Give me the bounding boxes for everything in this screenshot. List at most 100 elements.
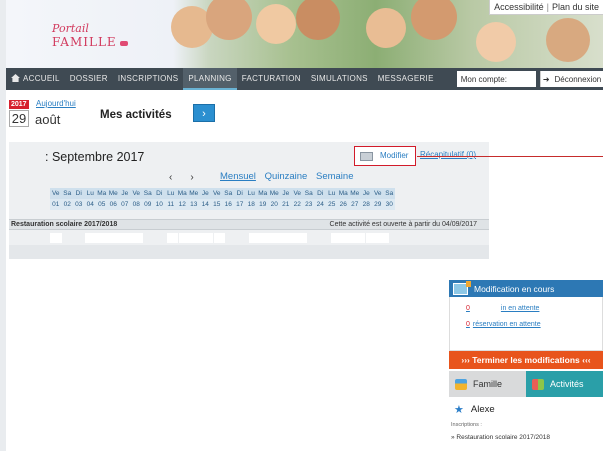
month-title: : Septembre 2017	[45, 150, 145, 164]
view-mensuel[interactable]: Mensuel	[220, 171, 256, 182]
activity-row: Restauration scolaire 2017/2018 Cette ac…	[9, 219, 489, 230]
header-banner: Portail FAMILLE Accessibilité | Plan du si…	[6, 0, 603, 68]
weekday-cell: Je	[360, 188, 372, 199]
tab-activites-label: Activités	[550, 379, 584, 389]
portail-famille-logo[interactable]: Portail FAMILLE	[52, 22, 128, 49]
day-cell: 03	[73, 199, 85, 210]
reservation-cell[interactable]	[50, 233, 62, 243]
inscriptions-label: Inscriptions :	[451, 422, 482, 428]
logout-button[interactable]: ➜ Déconnexion	[540, 71, 603, 87]
accessibility-link[interactable]: Accessibilité	[494, 2, 544, 12]
reservation-cell[interactable]	[295, 233, 307, 243]
weekday-cell: Lu	[165, 188, 177, 199]
inscription-item[interactable]: » Restauration scolaire 2017/2018	[451, 434, 550, 441]
day-number-row: 01 02 03 04 05 06 07 08 09 10 11 12 13 14 15 16 17 18 19 20…	[50, 199, 395, 210]
nav-item-messagerie[interactable]: Messagerie	[373, 68, 439, 90]
top-links: Accessibilité | Plan du site	[489, 0, 603, 15]
recap-link[interactable]: Récapitulatif (0)	[420, 150, 476, 159]
day-cell: 29	[372, 199, 384, 210]
banner-photo-face	[546, 18, 590, 62]
reservation-cell[interactable]	[377, 233, 389, 243]
reservation-cell[interactable]	[85, 233, 97, 243]
reservation-cell[interactable]	[318, 233, 331, 243]
reservation-cell[interactable]	[155, 233, 167, 243]
nav-item-planning[interactable]: Planning	[183, 68, 237, 90]
weekday-cell: Ve	[211, 188, 223, 199]
reservation-cell[interactable]	[213, 233, 226, 243]
next-activity-button[interactable]: ›	[193, 104, 215, 122]
reservation-cell[interactable]	[73, 233, 85, 243]
modification-title: Modification en cours	[474, 283, 555, 294]
weekday-cell: Me	[188, 188, 200, 199]
finish-modifications-button[interactable]: ››› Terminer les modifications ‹‹‹	[449, 351, 603, 369]
day-cell: 25	[326, 199, 338, 210]
reservation-cell[interactable]	[283, 233, 296, 243]
day-cell: 13	[188, 199, 200, 210]
reservation-cell[interactable]	[248, 233, 261, 243]
modifier-button[interactable]: Modifier	[354, 146, 416, 166]
next-arrow-icon[interactable]: ›	[190, 172, 193, 183]
reservation-cell[interactable]	[237, 233, 249, 243]
weekday-cell: Ma	[257, 188, 269, 199]
logout-label: Déconnexion	[554, 74, 602, 84]
nav-item-inscriptions[interactable]: Inscriptions	[113, 68, 184, 90]
tab-famille[interactable]: Famille	[449, 371, 526, 397]
today-link[interactable]: Aujourd'hui	[36, 99, 76, 108]
reservation-cell[interactable]	[166, 233, 179, 243]
reservation-cell[interactable]	[388, 233, 401, 243]
reservation-cell[interactable]	[260, 233, 272, 243]
pending-line-2[interactable]: 0 réservation en attente	[466, 321, 541, 328]
logo-line2: FAMILLE	[52, 35, 117, 49]
reservation-cell[interactable]	[190, 233, 202, 243]
pending-line-1[interactable]: 0 in en attente	[466, 304, 539, 312]
view-semaine[interactable]: Semaine	[316, 171, 354, 182]
reservation-cell[interactable]	[143, 233, 155, 243]
weekday-cell: Me	[349, 188, 361, 199]
reservation-cell[interactable]	[307, 233, 319, 243]
reservation-cell[interactable]	[178, 233, 191, 243]
child-item[interactable]: ★ Alexe	[454, 403, 495, 416]
reservation-cell[interactable]	[272, 233, 284, 243]
reservation-cell[interactable]	[342, 233, 354, 243]
reservation-cell[interactable]	[225, 233, 237, 243]
redacted-text	[472, 304, 497, 310]
reservation-cell[interactable]	[96, 233, 109, 243]
weekday-cell: Me	[107, 188, 119, 199]
weekday-cell: Di	[234, 188, 246, 199]
nav-item-accueil[interactable]: Accueil	[6, 68, 65, 90]
view-quinzaine[interactable]: Quinzaine	[265, 171, 308, 182]
annotation-line	[417, 156, 603, 157]
view-switch: Mensuel Quinzaine Semaine	[220, 171, 359, 182]
weekday-cell: Ve	[372, 188, 384, 199]
nav-item-dossier[interactable]: Dossier	[65, 68, 113, 90]
nav-item-simulations[interactable]: Simulations	[306, 68, 373, 90]
banner-photo-face	[296, 0, 340, 40]
site-map-link[interactable]: Plan du site	[552, 2, 599, 12]
tab-activites[interactable]: Activités	[526, 371, 603, 397]
reservation-cell[interactable]	[365, 233, 378, 243]
reservation-cell[interactable]	[201, 233, 214, 243]
day-cell: 23	[303, 199, 315, 210]
reservation-cell[interactable]	[120, 233, 132, 243]
nav-label: Messagerie	[377, 74, 434, 83]
banner-photo-face	[256, 4, 296, 44]
reservation-cell[interactable]	[353, 233, 366, 243]
reservation-cell[interactable]	[330, 233, 342, 243]
reservation-cell[interactable]	[61, 233, 74, 243]
nav-label: Facturation	[241, 74, 301, 83]
account-menu[interactable]: Mon compte:	[456, 71, 537, 87]
day-cell: 26	[337, 199, 349, 210]
day-cell: 07	[119, 199, 131, 210]
day-cell: 19	[257, 199, 269, 210]
reservation-cell[interactable]	[108, 233, 120, 243]
reservation-cell[interactable]	[131, 233, 144, 243]
prev-arrow-icon[interactable]: ‹	[169, 172, 172, 183]
weekday-cell: Di	[73, 188, 85, 199]
activity-note: Cette activité est ouverte à partir du 0…	[329, 221, 477, 228]
nav-item-facturation[interactable]: Facturation	[237, 68, 306, 90]
nav-label: Simulations	[310, 74, 368, 83]
day-cell: 04	[84, 199, 96, 210]
banner-photo-face	[476, 22, 516, 62]
day-number: 29	[9, 110, 29, 127]
top-links-separator: |	[546, 2, 549, 12]
